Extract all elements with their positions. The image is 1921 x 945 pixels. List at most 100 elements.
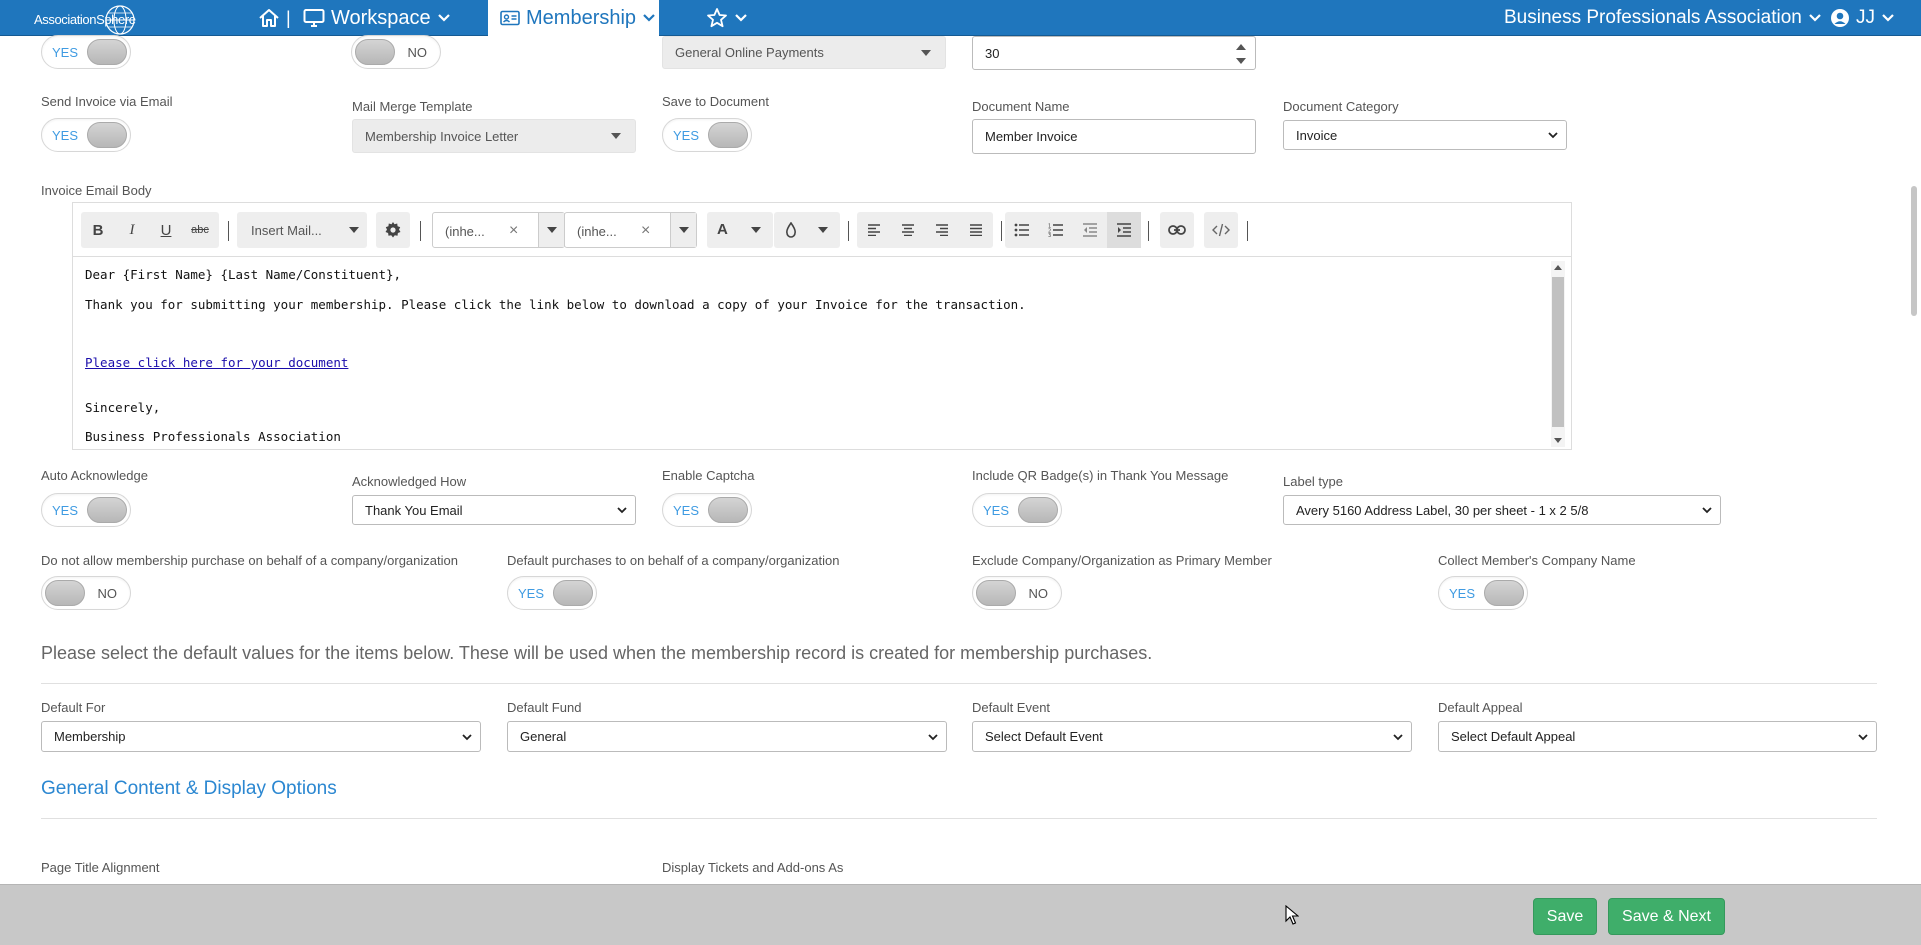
document-link[interactable]: Please click here for your document [85,355,348,370]
scroll-down-icon[interactable] [1554,438,1562,444]
mail-merge-select[interactable]: Membership Invoice Letter [352,119,636,153]
auto-ack-label: Auto Acknowledge [41,468,148,483]
chevron-down-icon [1702,507,1712,514]
label-type-select[interactable]: Avery 5160 Address Label, 30 per sheet -… [1283,495,1721,525]
justify-button[interactable] [959,212,993,248]
default-for-value: Membership [54,729,126,744]
brand-logo[interactable]: AssociationSphere [32,4,144,35]
payment-type-value: General Online Payments [675,45,824,60]
toggle-text: YES [518,586,545,601]
scrollbar-thumb[interactable] [1911,186,1917,316]
link-button[interactable] [1160,212,1194,248]
italic-button[interactable]: I [115,212,149,248]
chevron-down-icon [437,14,450,22]
user-menu[interactable]: JJ [1830,0,1895,36]
page-scrollbar[interactable] [1907,36,1921,884]
ack-how-value: Thank You Email [365,502,463,518]
toggle-knob [87,39,127,65]
default-fund-select[interactable]: General [507,721,947,752]
font-family-value: (inhe... [445,224,485,239]
default-event-select[interactable]: Select Default Event [972,721,1412,752]
droplet-icon [786,222,796,238]
toolbar-separator [1247,221,1248,241]
scrollbar-thumb[interactable] [1552,277,1564,427]
font-family-dropdown[interactable] [538,213,564,247]
workspace-menu[interactable]: Workspace [303,0,451,36]
captcha-toggle[interactable]: YES [662,493,752,527]
scroll-up-icon[interactable] [1554,264,1562,270]
font-size-dropdown[interactable] [670,213,696,247]
doc-category-select[interactable]: Invoice [1283,120,1567,150]
toggle-text: YES [673,128,700,143]
save-button[interactable]: Save [1533,898,1597,935]
background-color-picker[interactable] [774,212,840,248]
label-type-value: Avery 5160 Address Label, 30 per sheet -… [1296,502,1589,518]
ack-how-select[interactable]: Thank You Email [352,495,636,525]
spinner-arrows-icon[interactable] [1231,39,1251,69]
user-circle-icon [1831,9,1849,27]
clear-icon[interactable]: × [509,222,518,240]
source-code-button[interactable] [1204,212,1238,248]
partial-toggle-no[interactable]: NO [351,35,441,69]
mouse-cursor-icon [1285,905,1299,925]
toggle-text: YES [52,45,79,60]
editor-scrollbar[interactable] [1551,261,1565,447]
toolbar-separator [420,221,421,241]
email-signature: Business Professionals Association [85,429,341,444]
font-family-combo[interactable]: (inhe... × [432,212,565,248]
underline-button[interactable]: U [149,212,183,248]
align-left-button[interactable] [857,212,891,248]
outdent-button[interactable] [1073,212,1107,248]
top-navigation-bar: AssociationSphere | Workspace Membership… [0,0,1921,36]
toggle-text: YES [673,503,700,518]
font-color-picker[interactable]: A [707,212,773,248]
settings-button[interactable] [376,212,410,248]
home-nav[interactable]: | [258,0,291,36]
format-group: B I U abc [81,212,219,248]
favorites-menu[interactable] [706,0,748,36]
save-doc-toggle[interactable]: YES [662,118,752,152]
doc-name-input[interactable]: Member Invoice [972,119,1256,154]
no-behalf-toggle[interactable]: NO [41,576,131,610]
strikethrough-button[interactable]: abc [183,212,217,248]
workspace-label: Workspace [331,6,431,29]
default-behalf-label: Default purchases to on behalf of a comp… [507,553,840,568]
bullet-list-button[interactable] [1005,212,1039,248]
editor-content[interactable]: Dear {First Name} {Last Name/Constituent… [73,257,1547,449]
toggle-text: YES [983,503,1010,518]
align-right-button[interactable] [925,212,959,248]
payment-type-select[interactable]: General Online Payments [662,36,946,69]
indent-icon [1117,223,1131,237]
qr-badge-toggle[interactable]: YES [972,493,1062,527]
auto-ack-toggle[interactable]: YES [41,493,131,527]
indent-button[interactable] [1107,212,1141,248]
general-content-heading: General Content & Display Options [41,778,337,799]
send-invoice-toggle[interactable]: YES [41,118,131,152]
toolbar-separator [848,221,849,241]
bold-button[interactable]: B [81,212,115,248]
clear-icon[interactable]: × [641,222,650,240]
default-behalf-toggle[interactable]: YES [507,576,597,610]
numbered-list-button[interactable]: 123 [1039,212,1073,248]
membership-menu[interactable]: Membership [488,0,659,36]
exclude-company-toggle[interactable]: NO [972,576,1062,610]
toggle-knob [87,497,127,523]
collect-company-toggle[interactable]: YES [1438,576,1528,610]
number-input[interactable]: 30 [972,36,1256,70]
font-size-combo[interactable]: (inhe... × [564,212,697,248]
align-center-icon [902,224,914,236]
dropdown-arrow-icon [546,227,557,233]
dropdown-arrow-icon [921,49,931,56]
organization-menu[interactable]: Business Professionals Association [1504,0,1822,36]
align-center-button[interactable] [891,212,925,248]
insert-mail-label: Insert Mail... [251,223,322,238]
toggle-knob [708,497,748,523]
default-appeal-select[interactable]: Select Default Appeal [1438,721,1877,752]
send-invoice-label: Send Invoice via Email [41,94,173,109]
save-and-next-button[interactable]: Save & Next [1608,898,1725,935]
default-for-select[interactable]: Membership [41,721,481,752]
code-icon [1212,223,1230,237]
doc-category-label: Document Category [1283,99,1399,114]
insert-mail-dropdown[interactable]: Insert Mail... [237,212,367,248]
partial-toggle-yes[interactable]: YES [41,35,131,69]
